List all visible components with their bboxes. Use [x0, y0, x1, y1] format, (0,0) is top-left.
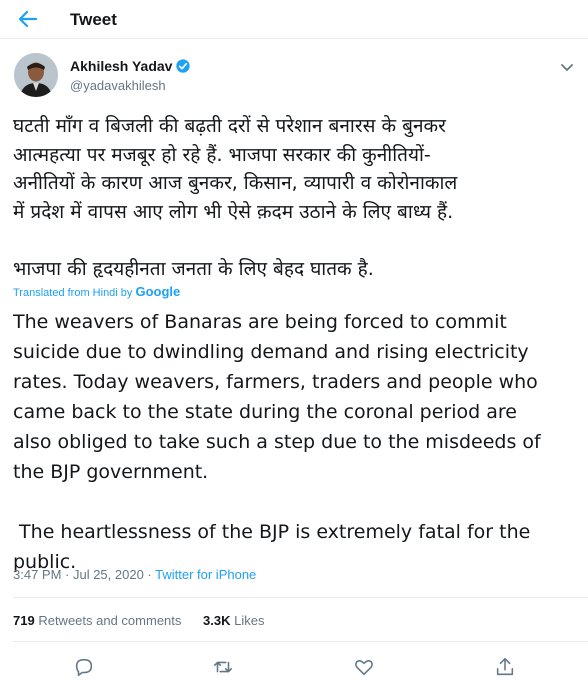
likes-label: Likes [234, 613, 265, 628]
divider [13, 597, 588, 598]
share-icon [496, 657, 514, 676]
profile-photo [14, 53, 58, 97]
verified-badge-icon [175, 58, 191, 77]
user-handle[interactable]: @yadavakhilesh [70, 78, 166, 93]
retweet-button[interactable] [212, 656, 234, 678]
retweets-label: Retweets and comments [38, 613, 182, 628]
tweet-stats: 719 Retweets and comments 3.3K Likes [13, 613, 282, 628]
more-options-button[interactable] [558, 58, 576, 76]
tweet-timestamp[interactable]: 3:47 PM · Jul 25, 2020 · [13, 567, 155, 582]
reply-icon [75, 658, 93, 677]
display-name-text: Akhilesh Yadav [70, 58, 173, 74]
translated-text: The weavers of Banaras are being forced … [13, 311, 541, 573]
retweets-count: 719 [13, 613, 35, 628]
back-button[interactable] [14, 6, 42, 32]
like-button[interactable] [353, 656, 375, 678]
likes-stat[interactable]: 3.3K Likes [203, 613, 264, 628]
top-bar: Tweet [0, 0, 588, 39]
retweet-icon [213, 661, 233, 673]
tweet-source[interactable]: Twitter for iPhone [155, 567, 256, 582]
avatar[interactable] [14, 53, 58, 97]
share-button[interactable] [494, 656, 516, 678]
divider [13, 641, 588, 642]
translated-from-label: Translated from Hindi by [13, 287, 133, 299]
tweet-text: घटती माँग व बिजली की बढ़ती दरों से परेशा… [13, 115, 458, 280]
page-title: Tweet [70, 10, 117, 29]
google-logo: Google [135, 284, 181, 299]
reply-button[interactable] [73, 656, 95, 678]
tweet-meta: 3:47 PM · Jul 25, 2020 · Twitter for iPh… [13, 567, 256, 582]
likes-count: 3.3K [203, 613, 231, 628]
translation-attribution[interactable]: Translated from Hindi by Google [13, 284, 180, 299]
back-arrow-icon [18, 10, 38, 28]
chevron-down-icon [561, 64, 573, 71]
like-icon [355, 660, 373, 676]
retweets-stat[interactable]: 719 Retweets and comments [13, 613, 181, 628]
display-name[interactable]: Akhilesh Yadav [70, 58, 191, 77]
